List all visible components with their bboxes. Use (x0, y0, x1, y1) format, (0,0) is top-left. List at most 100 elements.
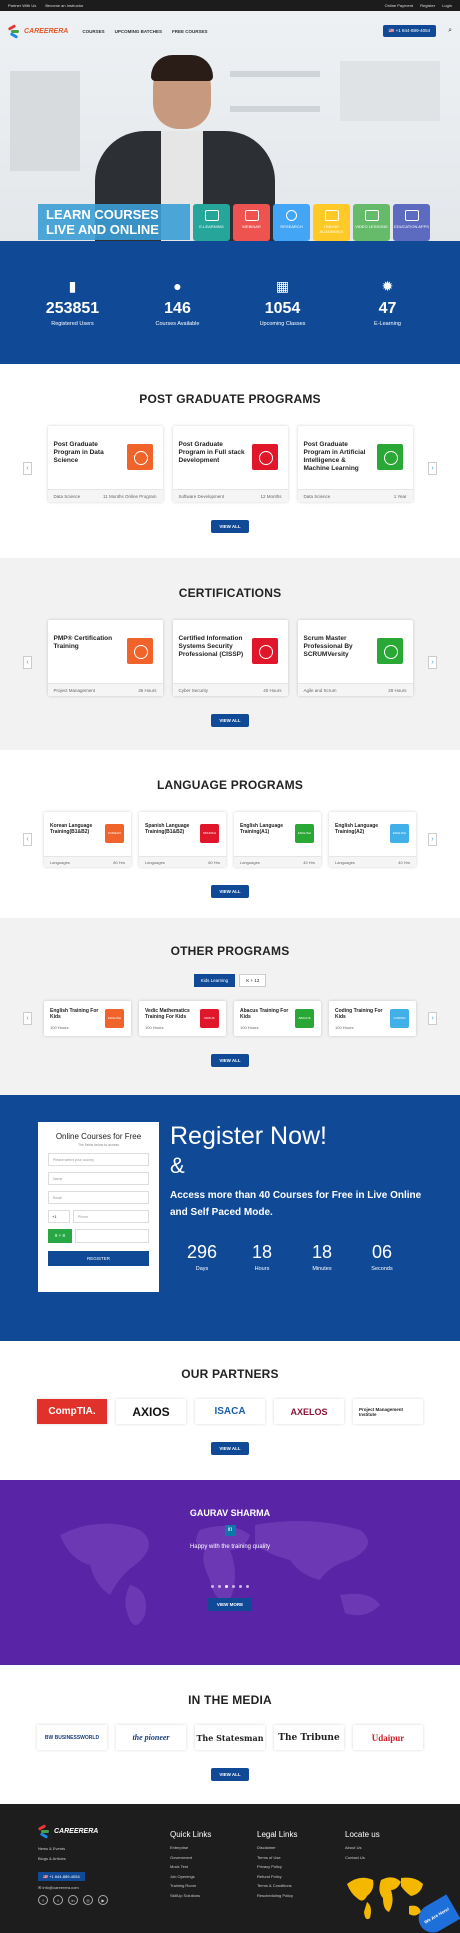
tribune-logo[interactable]: The Tribune (274, 1725, 344, 1750)
pmi-logo[interactable]: Project Management Institute (353, 1399, 423, 1424)
course-duration: 100 Hours (240, 1025, 259, 1030)
carousel-prev-button[interactable]: ‹ (23, 1012, 32, 1025)
carousel-prev-button[interactable]: ‹ (23, 833, 32, 846)
facebook-icon[interactable]: f (38, 1894, 48, 1905)
carousel-next-button[interactable]: › (428, 833, 437, 846)
footer-link[interactable]: Contact Us (345, 1855, 380, 1860)
linkedin-icon[interactable]: in (224, 1525, 236, 1536)
course-card[interactable]: Certified Information Systems Security P… (172, 620, 288, 696)
carousel-prev-button[interactable]: ‹ (23, 656, 32, 669)
course-card[interactable]: Korean Language Training(B1&B2) KOREAN Lan… (44, 812, 131, 867)
research-tile[interactable]: RESEARCH (273, 204, 310, 241)
pioneer-logo[interactable]: the pioneer (116, 1725, 186, 1750)
axelos-logo[interactable]: AXELOS (274, 1399, 344, 1424)
country-code-select[interactable]: +1 (48, 1210, 70, 1223)
online-payment-link[interactable]: Online Payment (385, 3, 413, 8)
course-card[interactable]: Vedic Mathematics Training For Kids 100 H… (139, 1001, 226, 1036)
course-card[interactable]: Abacus Training For Kids 100 Hours ABACUS (234, 1001, 321, 1036)
businessworld-logo[interactable]: BW BUSINESSWORLD (37, 1725, 107, 1750)
footer-phone-button[interactable]: 🇺🇸 +1 844-889-4054 (38, 1872, 85, 1881)
course-card[interactable]: PMP® Certification Training Project Manag… (47, 620, 163, 696)
footer-link[interactable]: Training Room (170, 1883, 211, 1888)
footer-link[interactable]: Mock Test (170, 1864, 211, 1869)
carousel-next-button[interactable]: › (428, 656, 437, 669)
footer-link[interactable]: SkillUp Solutions (170, 1893, 211, 1898)
footer-link[interactable]: Blogs & Articles (38, 1856, 108, 1861)
register-link[interactable]: Register (420, 3, 435, 8)
footer-link[interactable]: Enterprise (170, 1845, 211, 1850)
carousel-prev-button[interactable]: ‹ (23, 462, 32, 475)
nav-courses[interactable]: COURSES (82, 29, 104, 34)
lang-carousel: ‹ Korean Language Training(B1&B2) KOREAN L… (0, 812, 460, 867)
stat-label: Upcoming Classes (259, 321, 306, 327)
course-card[interactable]: English Language Training(A1) ENGLISH Lang… (234, 812, 321, 867)
phone-button[interactable]: 🇺🇸 +1 844-889-4054 (382, 25, 437, 37)
axios-logo[interactable]: AXIOS (116, 1399, 186, 1424)
email-input[interactable]: Email (48, 1191, 149, 1204)
phone-input[interactable]: Phone (73, 1210, 149, 1223)
register-button[interactable]: REGISTER (48, 1251, 149, 1266)
login-link[interactable]: Login (442, 3, 452, 8)
statesman-logo[interactable]: The Statesman (195, 1725, 265, 1750)
search-icon[interactable]: ⌕ (448, 27, 452, 35)
linkedin-icon[interactable]: in (68, 1894, 78, 1905)
education-apps-tile[interactable]: EDUCATION APPS (393, 204, 430, 241)
footer-link[interactable]: Rescheduling Policy (257, 1893, 297, 1898)
footer-link[interactable]: Job Openings (170, 1874, 211, 1879)
course-card[interactable]: Post Graduate Program in Artificial Inte… (297, 426, 413, 502)
careerera-logo[interactable]: CAREERERA (7, 24, 68, 39)
footer-link[interactable]: Terms & Conditions (257, 1883, 297, 1888)
youtube-icon[interactable]: ▶ (98, 1894, 108, 1905)
webinar-tile[interactable]: WEBINAR (233, 204, 270, 241)
pager-dot[interactable] (232, 1585, 235, 1588)
footer-logo[interactable]: CAREERERA (37, 1824, 108, 1839)
footer-link[interactable]: Disclaimer (257, 1845, 297, 1850)
pager-dot[interactable] (239, 1585, 242, 1588)
view-all-button[interactable]: VIEW ALL (211, 885, 249, 898)
kids-learning-tab[interactable]: Kids Learning (193, 974, 236, 987)
name-input[interactable]: Name (48, 1172, 149, 1185)
view-all-button[interactable]: VIEW ALL (211, 1442, 249, 1455)
pager-dot[interactable] (218, 1585, 221, 1588)
carousel-next-button[interactable]: › (428, 462, 437, 475)
course-card[interactable]: Coding Training For Kids 100 Hours CODING (329, 1001, 416, 1036)
footer-link[interactable]: News & Events (38, 1846, 108, 1851)
view-all-button[interactable]: VIEW ALL (211, 1768, 249, 1781)
nav-free-courses[interactable]: FREE COURSES (172, 29, 208, 34)
footer-link[interactable]: Refund Policy (257, 1874, 297, 1879)
captcha-answer-input[interactable] (75, 1229, 149, 1243)
pager-dot-active[interactable] (225, 1585, 228, 1588)
carousel-next-button[interactable]: › (428, 1012, 437, 1025)
footer-link[interactable]: About Us (345, 1845, 380, 1850)
course-card[interactable]: English Language Training(A2) ENGLISH Lang… (329, 812, 416, 867)
comptia-logo[interactable]: CompTIA. (37, 1399, 107, 1424)
view-all-button[interactable]: VIEW ALL (211, 520, 249, 533)
udaipur-logo[interactable]: Udaipur (353, 1725, 423, 1750)
k12-tab[interactable]: K + 12 (239, 974, 267, 987)
course-card[interactable]: Post Graduate Program in Full stack Deve… (172, 426, 288, 502)
course-card[interactable]: English Training For Kids 100 Hours ENGLIS… (44, 1001, 131, 1036)
footer-link[interactable]: Terms of Use (257, 1855, 297, 1860)
isaca-logo[interactable]: ISACA (195, 1399, 265, 1424)
footer-link[interactable]: Government (170, 1855, 211, 1860)
country-select[interactable]: Please select your country (48, 1153, 149, 1166)
course-card[interactable]: Post Graduate Program in Data Science Dat… (47, 426, 163, 502)
online-academics-tile[interactable]: ONLINE ACADEMICS (313, 204, 350, 241)
instagram-icon[interactable]: ◎ (83, 1894, 93, 1905)
partner-link[interactable]: Partner With Us (8, 3, 36, 8)
view-all-button[interactable]: VIEW ALL (211, 714, 249, 727)
video-lessons-tile[interactable]: VIDEO LESSONS (353, 204, 390, 241)
e-learning-tile[interactable]: E-LEARNING (193, 204, 230, 241)
course-card[interactable]: Spanish Language Training(B1&B2) SPANISH L… (139, 812, 226, 867)
pager-dot[interactable] (246, 1585, 249, 1588)
world-map-image (347, 1877, 423, 1920)
pager-dot[interactable] (211, 1585, 214, 1588)
nav-upcoming-batches[interactable]: UPCOMING BATCHES (115, 29, 162, 34)
course-card[interactable]: Scrum Master Professional By SCRUMVersit… (297, 620, 413, 696)
view-all-button[interactable]: VIEW ALL (211, 1054, 249, 1067)
footer-link[interactable]: Privacy Policy (257, 1864, 297, 1869)
twitter-icon[interactable]: t (53, 1894, 63, 1905)
view-more-button[interactable]: VIEW MORE (207, 1598, 253, 1611)
instructor-link[interactable]: Become an Instructor (45, 3, 83, 8)
footer-email[interactable]: info@careerera.com (42, 1885, 78, 1890)
